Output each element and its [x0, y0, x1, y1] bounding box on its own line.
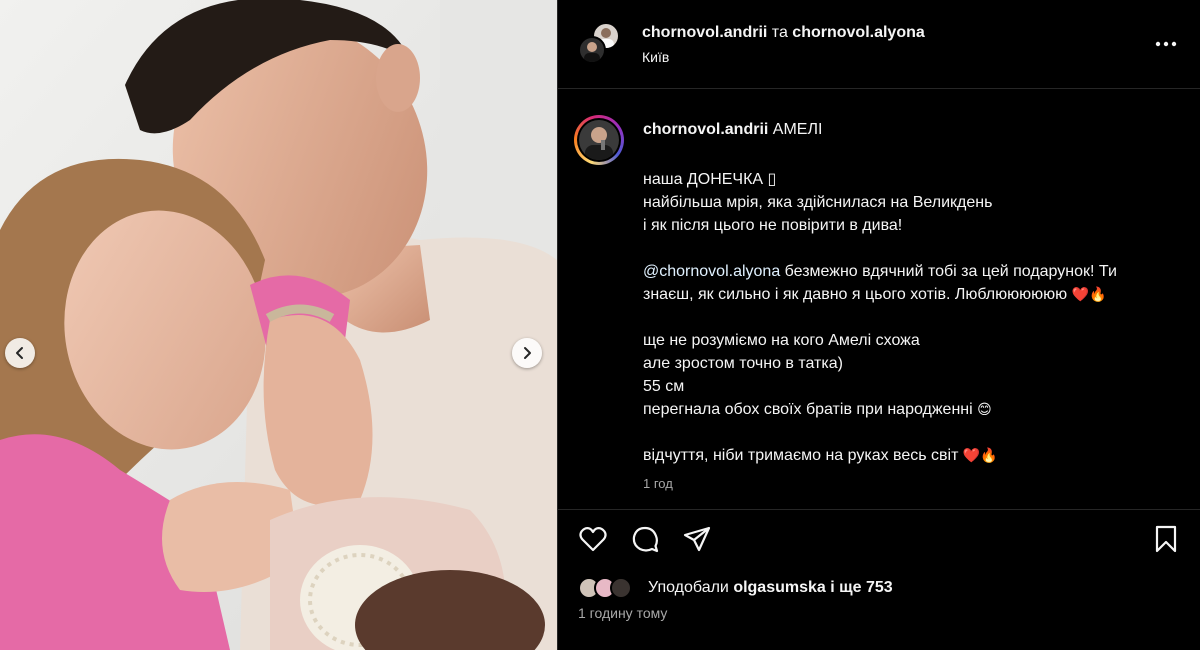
coauthor-username-link[interactable]: chornovol.alyona: [792, 24, 924, 41]
likes-text: Уподобали olgasumska і ще 753: [648, 579, 893, 596]
caption-line: найбільша мрія, яка здійснилася на Велик…: [643, 194, 993, 211]
authors-conjunction: та: [771, 24, 788, 41]
smile-emoji: 😊: [977, 401, 992, 417]
comment-button[interactable]: [630, 524, 660, 554]
more-options-button[interactable]: [1154, 32, 1178, 56]
caption-line: і як після цього не повірити в дива!: [643, 217, 903, 234]
caption-username-link[interactable]: chornovol.andrii: [643, 121, 768, 138]
fire-emoji: 🔥: [1089, 286, 1107, 302]
liker-avatar: [610, 577, 632, 599]
heart-icon: [579, 527, 607, 552]
chevron-right-icon: [524, 347, 531, 359]
collab-avatars[interactable]: [578, 22, 622, 66]
caption-timestamp[interactable]: 1 год: [643, 476, 673, 491]
caption-line: 55 см: [643, 378, 685, 395]
family-photo-illustration: [0, 0, 557, 650]
caption-line: наша ДОНЕЧКА ▯: [643, 171, 777, 188]
mention-link[interactable]: @chornovol.alyona: [643, 263, 780, 280]
comment-icon: [632, 526, 659, 553]
caption-title: АМЕЛІ: [772, 121, 823, 138]
caption-avatar[interactable]: [574, 115, 624, 165]
author-avatar[interactable]: [578, 36, 606, 64]
post-authors: chornovol.andrii та chornovol.alyona: [642, 24, 925, 42]
carousel-next-button[interactable]: [512, 338, 542, 368]
likes-summary[interactable]: Уподобали olgasumska і ще 753: [578, 575, 893, 601]
action-bar: [558, 509, 1200, 565]
post-age[interactable]: 1 годину тому: [578, 605, 667, 621]
heart-emoji: ❤️: [962, 447, 981, 463]
caption-line: перегнала обох своїх братів при народжен…: [643, 401, 992, 418]
bookmark-icon: [1155, 525, 1177, 553]
liker-username-link[interactable]: olgasumska: [733, 579, 825, 596]
caption-text: наша ДОНЕЧКА ▯ найбільша мрія, яка здійс…: [643, 168, 1183, 467]
caption-line: ще не розуміємо на кого Амелі схожа: [643, 332, 920, 349]
post-side-panel: chornovol.andrii та chornovol.alyona Киї…: [557, 0, 1200, 650]
caption-line: але зростом точно в татка): [643, 355, 843, 372]
heart-emoji: ❤️: [1071, 286, 1090, 302]
caption-line: знаєш, як сильно і як давно я цього хоті…: [643, 286, 1107, 303]
author-username-link[interactable]: chornovol.andrii: [642, 24, 767, 41]
post-header: chornovol.andrii та chornovol.alyona Киї…: [558, 0, 1200, 89]
chevron-left-icon: [16, 347, 23, 359]
location-link[interactable]: Київ: [642, 49, 669, 65]
share-button[interactable]: [682, 524, 712, 554]
caption-line: відчуття, ніби тримаємо на руках весь св…: [643, 447, 998, 464]
share-icon: [683, 526, 711, 552]
caption-line: @chornovol.alyona безмежно вдячний тобі …: [643, 263, 1117, 280]
liker-avatars: [578, 575, 644, 601]
like-button[interactable]: [578, 524, 608, 554]
post-photo: [0, 0, 557, 650]
caption-heading: chornovol.andrii АМЕЛІ: [643, 121, 822, 139]
fire-emoji: 🔥: [980, 447, 998, 463]
carousel-prev-button[interactable]: [5, 338, 35, 368]
more-horizontal-icon: [1155, 41, 1177, 47]
save-button[interactable]: [1151, 524, 1181, 554]
caption-block: chornovol.andrii АМЕЛІ наша ДОНЕЧКА ▯ на…: [558, 89, 1200, 509]
